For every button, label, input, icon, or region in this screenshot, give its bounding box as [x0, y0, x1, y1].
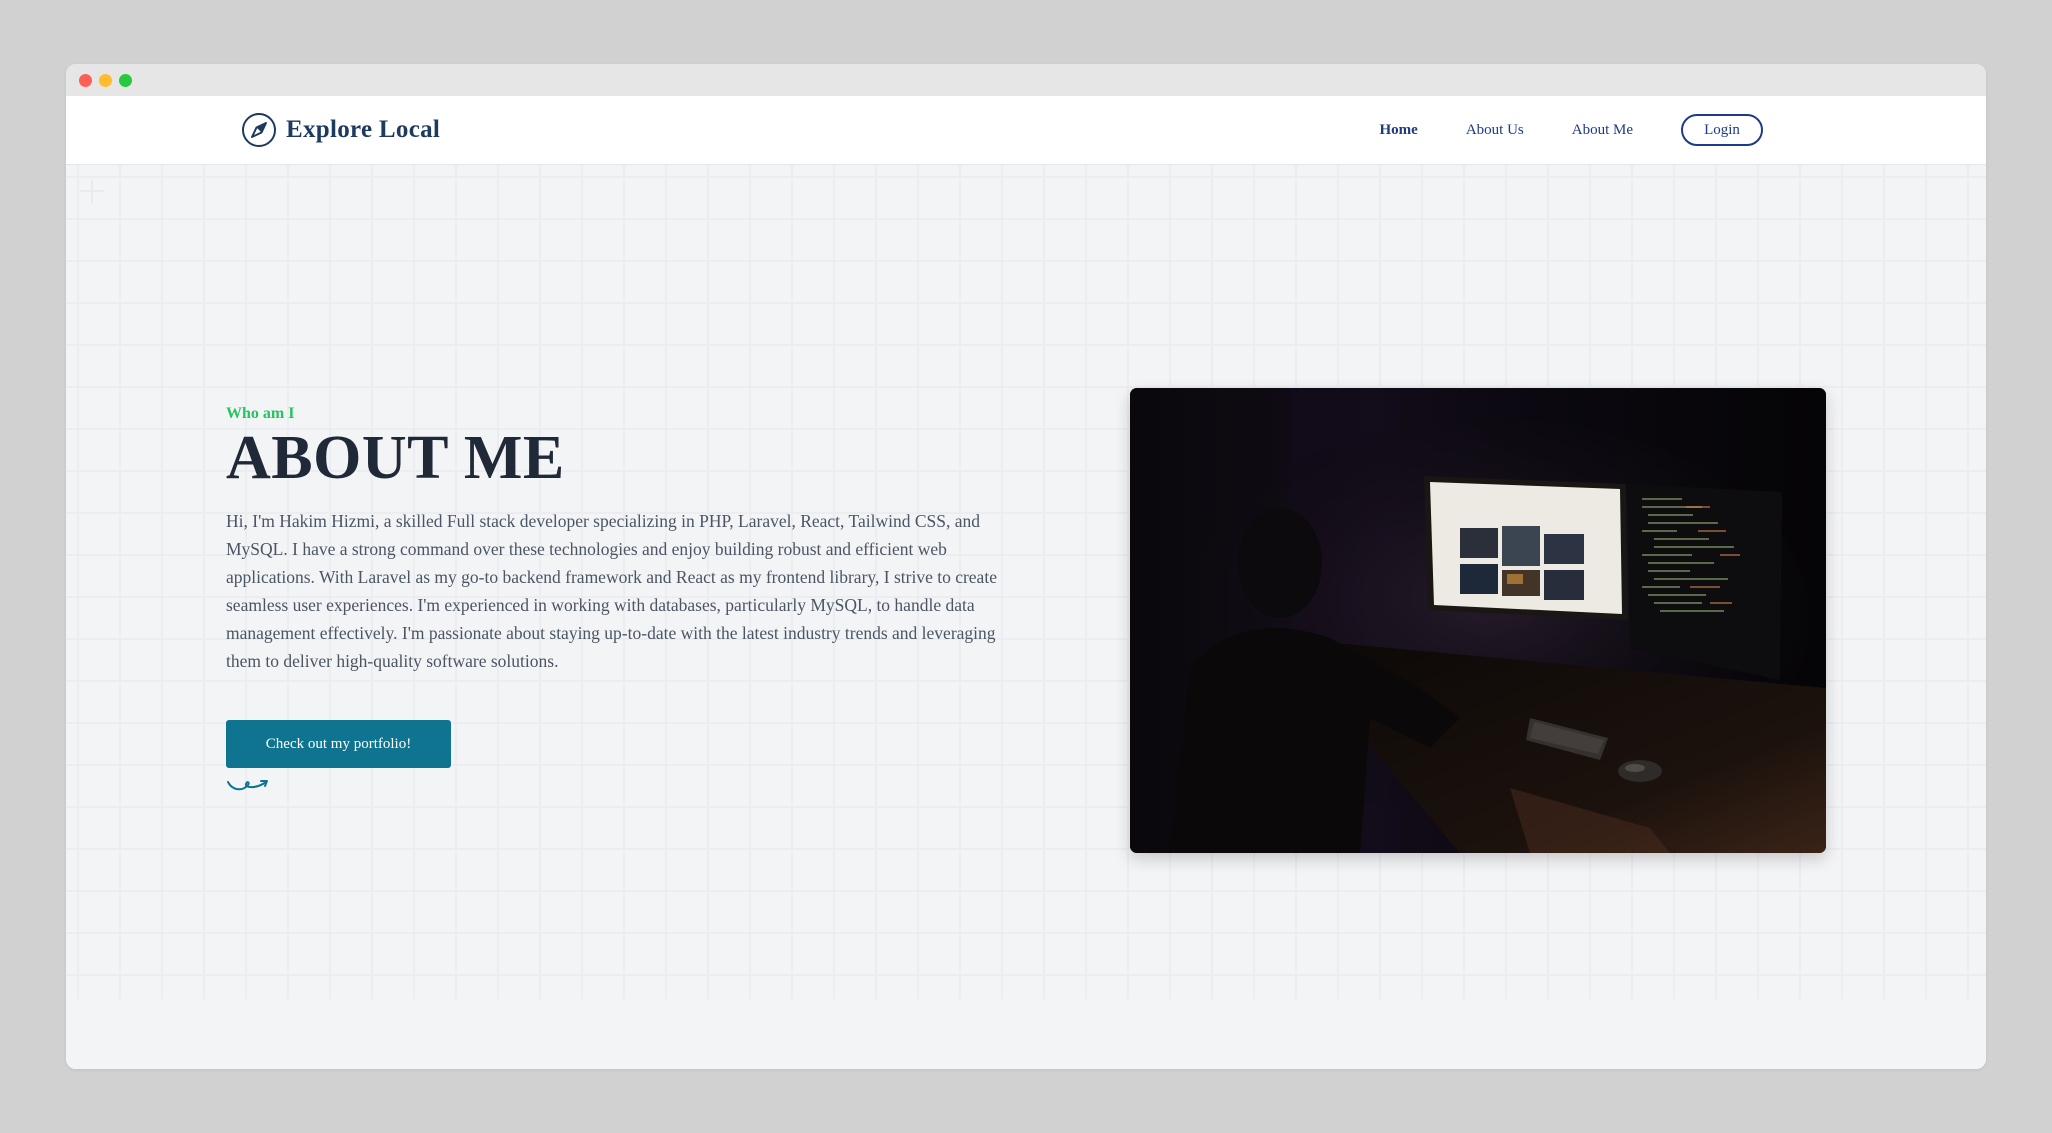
nav-links: Home About Us About Me Login — [1380, 96, 1763, 164]
brand-logo-link[interactable]: Explore Local — [241, 111, 440, 149]
browser-window: Explore Local Home About Us About Me Log… — [66, 64, 1986, 1069]
nav-link-about-us[interactable]: About Us — [1466, 122, 1524, 139]
compass-icon — [242, 113, 276, 147]
close-window-dot[interactable] — [79, 74, 92, 87]
photo-illustration — [1130, 388, 1826, 853]
brand-name: Explore Local — [286, 116, 441, 143]
nav-link-home[interactable]: Home — [1380, 122, 1418, 139]
page-title: ABOUT ME — [226, 424, 565, 492]
about-paragraph: Hi, I'm Hakim Hizmi, a skilled Full stac… — [226, 511, 997, 671]
navbar: Explore Local Home About Us About Me Log… — [66, 96, 1986, 165]
maximize-window-dot[interactable] — [119, 74, 132, 87]
developer-at-desk-photo — [1130, 388, 1826, 853]
portfolio-button[interactable]: Check out my portfolio! — [226, 720, 451, 768]
window-titlebar — [66, 64, 1986, 96]
login-button[interactable]: Login — [1681, 114, 1763, 146]
nav-link-about-me[interactable]: About Me — [1572, 122, 1633, 139]
hero-text-column: Who am I ABOUT ME Hi, I'm Hakim Hizmi, a… — [226, 405, 1016, 794]
grid-fade — [66, 999, 1986, 1069]
hero-section: Who am I ABOUT ME Hi, I'm Hakim Hizmi, a… — [66, 165, 1986, 1069]
minimize-window-dot[interactable] — [99, 74, 112, 87]
squiggle-arrow-icon — [227, 780, 268, 791]
eyebrow-label: Who am I — [226, 405, 295, 422]
